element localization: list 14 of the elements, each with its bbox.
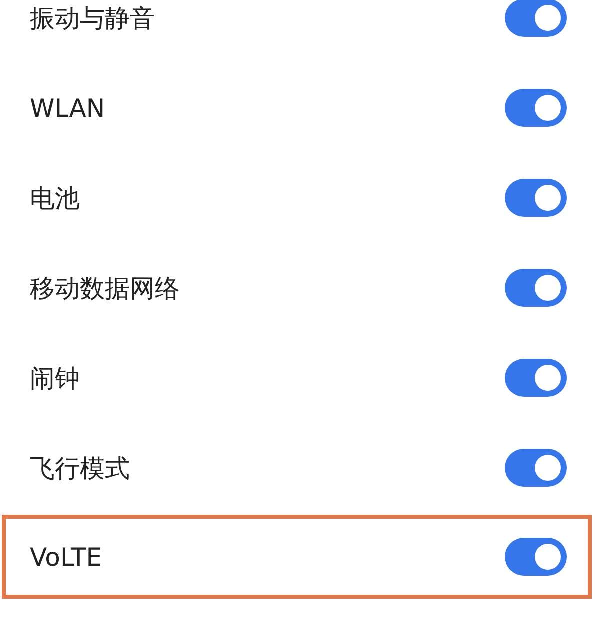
toggle-switch[interactable] <box>505 538 567 576</box>
setting-label: 闹钟 <box>30 362 80 394</box>
setting-label: VoLTE <box>30 542 102 572</box>
toggle-switch[interactable] <box>505 359 567 397</box>
toggle-switch[interactable] <box>505 449 567 487</box>
setting-label: 电池 <box>30 182 80 214</box>
setting-label: 移动数据网络 <box>30 272 180 304</box>
toggle-switch[interactable] <box>505 179 567 217</box>
toggle-switch[interactable] <box>505 0 567 37</box>
toggle-switch[interactable] <box>505 89 567 127</box>
setting-label: 振动与静音 <box>30 2 155 34</box>
setting-label: WLAN <box>30 94 106 122</box>
toggle-switch[interactable] <box>505 269 567 307</box>
setting-label: 飞行模式 <box>30 452 130 484</box>
